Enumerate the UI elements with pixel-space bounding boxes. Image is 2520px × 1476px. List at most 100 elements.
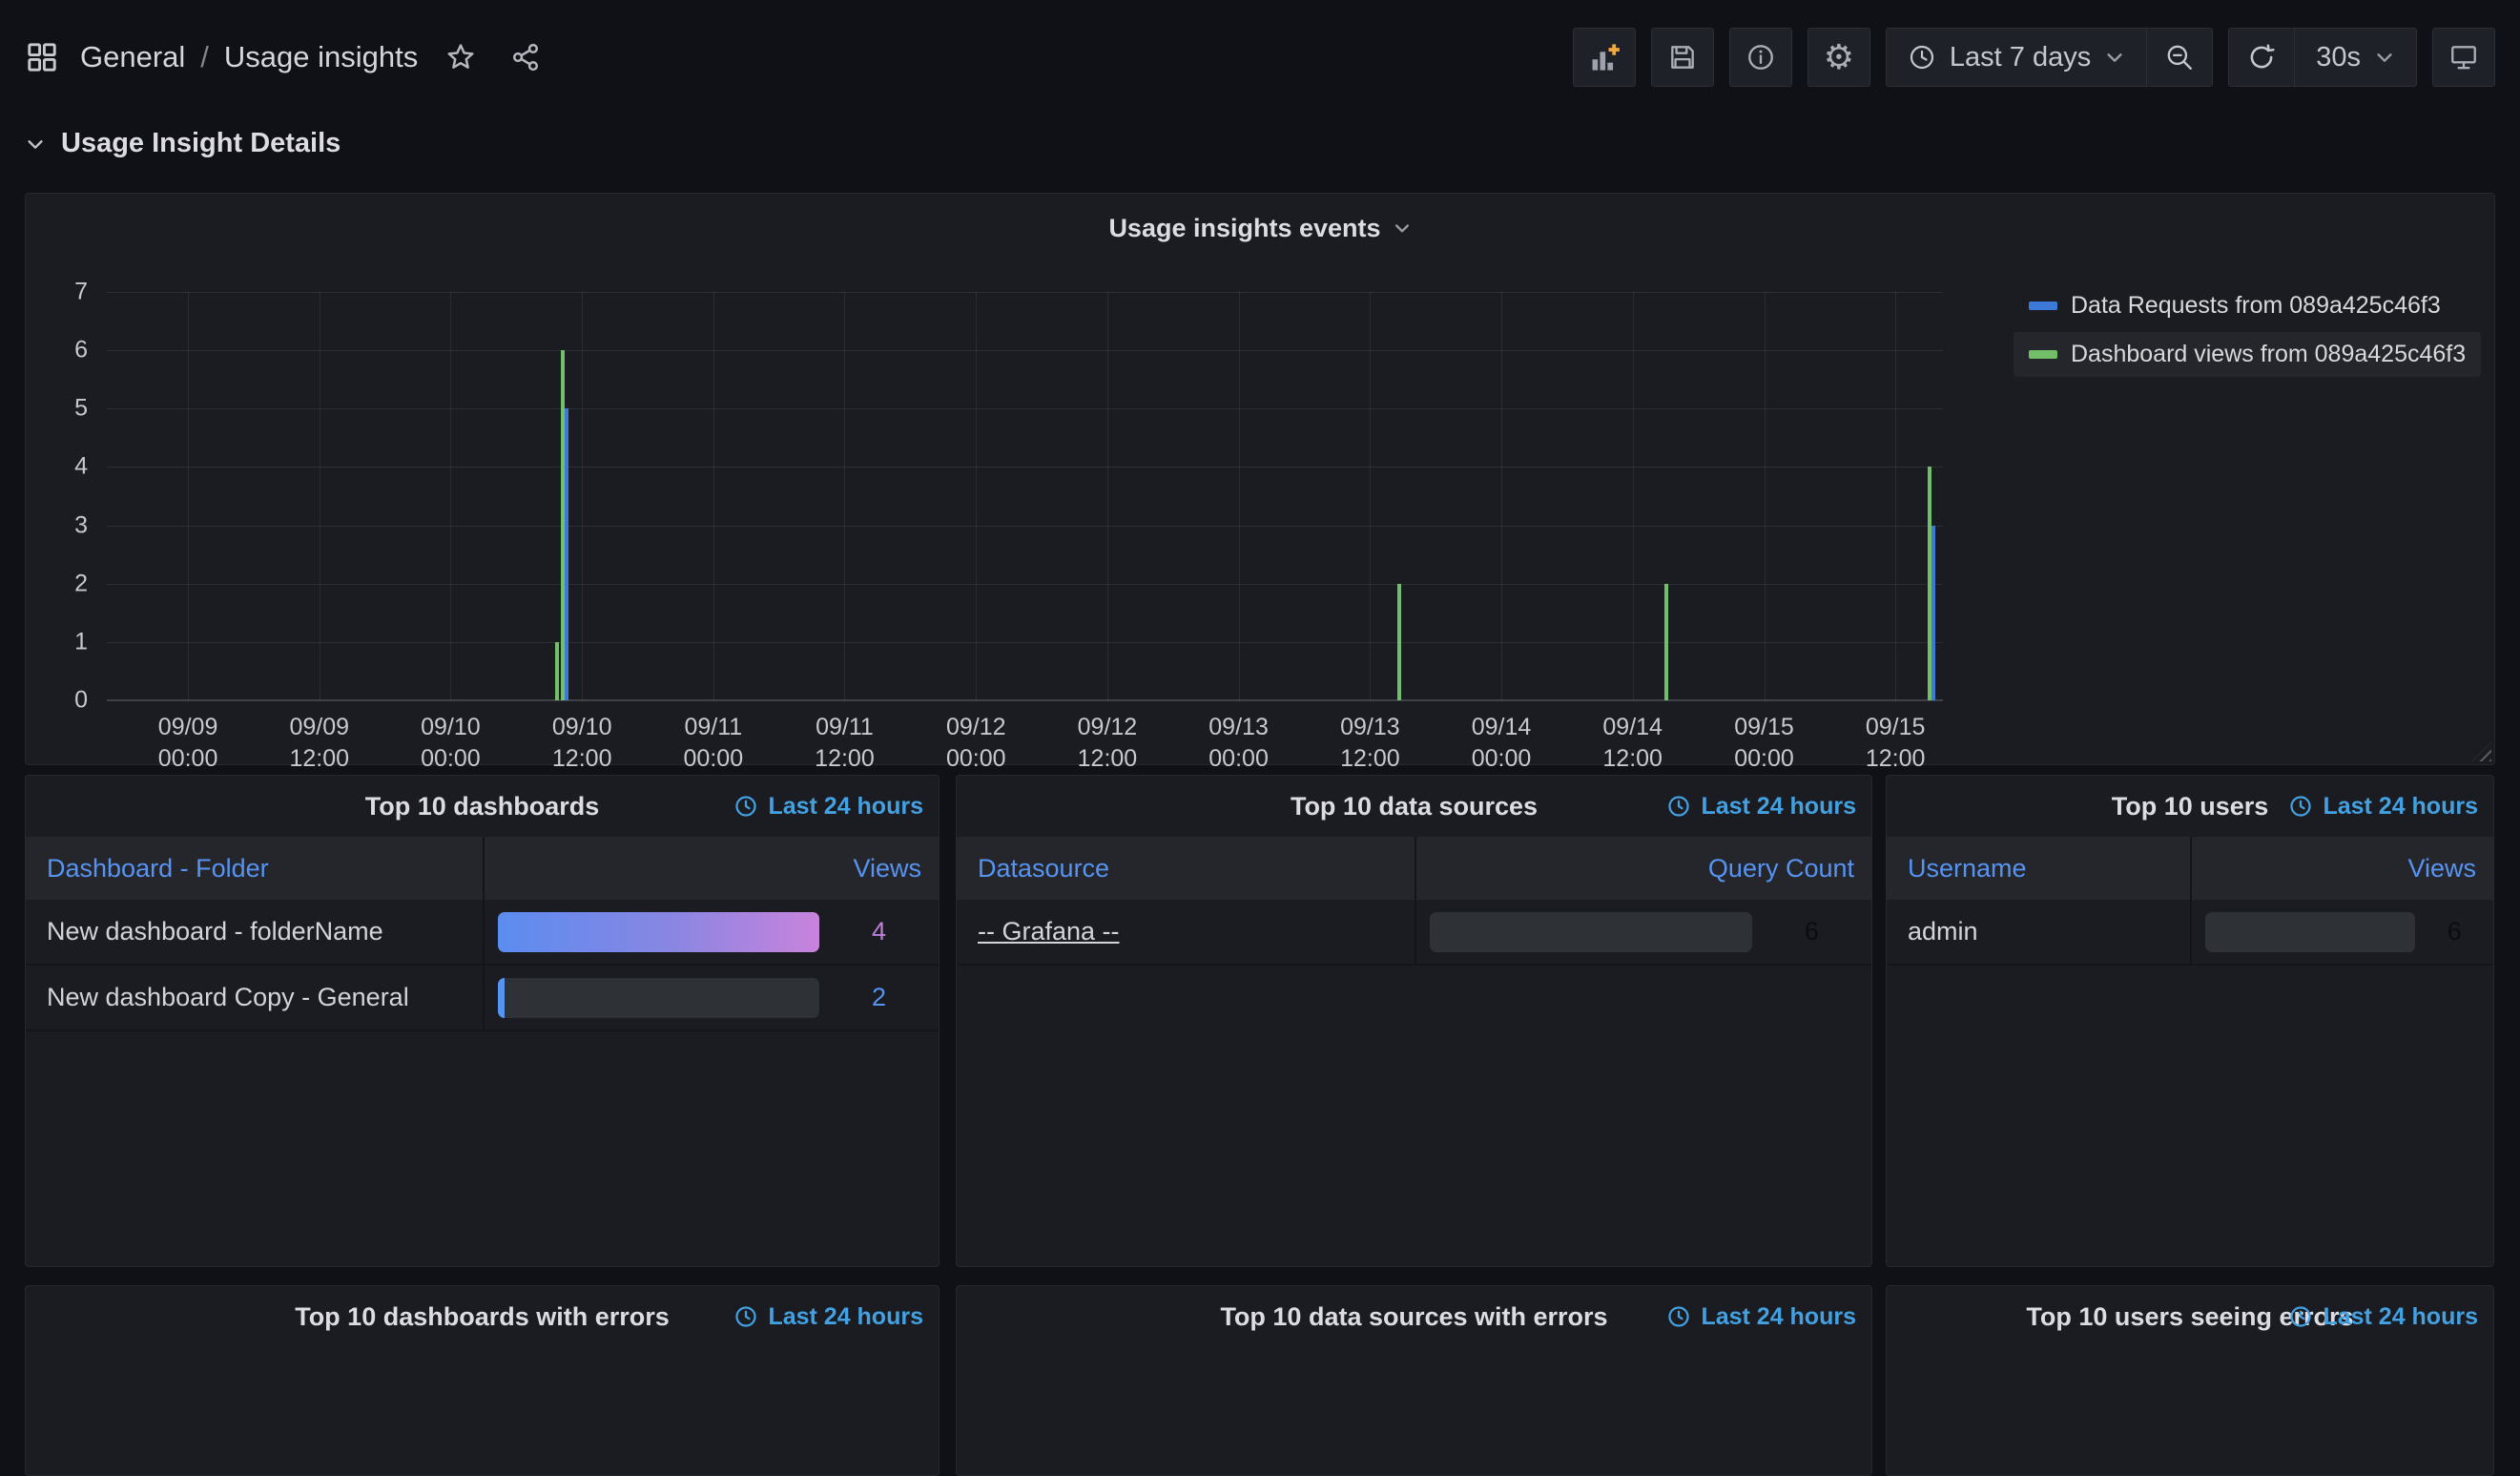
legend-series-swatch [2029,301,2057,310]
gauge-bar [497,977,820,1018]
table-row: -- Grafana -- 6 [957,900,1871,966]
panel-title-menu[interactable]: Usage insights events [26,194,2494,262]
top-10-data-sources-panel: Top 10 data sources Last 24 hours Dataso… [956,775,1872,1267]
breadcrumb-separator: / [200,40,209,73]
top-nav-bar: General / Usage insights ⚙ Last 7 days 3… [0,0,2520,114]
dashboard-toolbar: ⚙ Last 7 days 30s [1572,28,2495,87]
x-axis-tick-label: 09/14 00:00 [1471,714,1532,772]
gauge-value: 6 [2447,917,2462,946]
top-10-users-seeing-errors-panel: Top 10 users seeing errors Last 24 hours [1886,1285,2494,1476]
table-cell-label: New dashboard - folderName [26,900,483,964]
chart-panel-title: Usage insights events [1108,213,1381,242]
refresh-interval-picker[interactable]: 30s [2294,29,2416,86]
share-button[interactable] [504,35,547,79]
y-axis-tick-label: 4 [74,452,88,480]
table-cell-gauge: 2 [482,966,940,1029]
save-dashboard-button[interactable] [1650,28,1714,87]
panel-resize-handle[interactable] [2472,742,2491,761]
gridline-vertical [1632,292,1634,700]
x-axis-tick-label: 09/13 00:00 [1208,714,1269,772]
gridline-vertical [450,292,452,700]
refresh-interval-label: 30s [2316,41,2361,73]
column-header[interactable]: Dashboard - Folder [26,837,483,900]
table-row: New dashboard - folderName 4 [26,900,939,966]
breadcrumb: General / Usage insights [80,40,418,74]
x-axis-tick-label: 09/12 00:00 [946,714,1006,772]
gridline-vertical [1238,292,1240,700]
apps-grid-icon[interactable] [25,40,59,74]
x-axis-tick-label: 09/13 12:00 [1340,714,1400,772]
column-header[interactable]: Username [1887,837,2190,900]
x-axis-tick-label: 09/15 00:00 [1734,714,1794,772]
gridline-vertical [1370,292,1372,700]
gridline-vertical [976,292,978,700]
gridline-vertical [1501,292,1503,700]
column-header[interactable]: Query Count [1414,837,1872,900]
table-cell-label: New dashboard Copy - General [26,966,483,1029]
column-header[interactable]: Datasource [957,837,1415,900]
y-axis-tick-label: 6 [74,336,88,364]
chevron-down-icon [2104,47,2125,68]
y-axis-tick-label: 7 [74,278,88,305]
legend-series-label: Data Requests from 089a425c46f3 [2071,292,2441,319]
dashboard-settings-button[interactable]: ⚙ [1807,28,1870,87]
chevron-down-icon [1393,218,1412,238]
y-axis-tick-label: 1 [74,628,88,655]
y-axis-tick-label: 3 [74,511,88,539]
x-axis-tick-label: 09/10 12:00 [551,714,612,772]
gridline-horizontal [107,350,1943,352]
legend-item[interactable]: Dashboard views from 089a425c46f3 [2014,332,2482,377]
time-series-plot-area: 0 1 2 3 4 5 6 7 09/09 00:00 09/09 12:00 09/10 00:00 09… [74,279,1943,772]
gridline-vertical [582,292,584,700]
time-range-badge: Last 24 hours [1666,1286,1856,1347]
y-axis-tick-label: 0 [74,686,88,714]
gridline-vertical [1895,292,1897,700]
time-range-badge: Last 24 hours [733,1286,923,1347]
table-cell-gauge: 6 [1414,900,1872,964]
chevron-down-icon [2374,47,2395,68]
cell-text: admin [1908,917,1978,946]
gridline-vertical [713,292,714,700]
top-10-dashboards-panel: Top 10 dashboards Last 24 hours Dashboar… [25,775,940,1267]
refresh-dashboard-button[interactable] [2229,29,2294,86]
chart-bar [565,408,569,700]
x-axis-tick-label: 09/09 00:00 [157,714,218,772]
refresh-group: 30s [2228,28,2417,87]
table-cell-gauge: 4 [482,900,940,964]
chart-bar [1397,583,1401,700]
gridline-vertical [1106,292,1108,700]
y-axis-tick-label: 5 [74,394,88,422]
legend-item[interactable]: Data Requests from 089a425c46f3 [2014,283,2456,328]
add-panel-button[interactable] [1572,28,1636,87]
gear-icon: ⚙ [1823,37,1855,76]
dashboard-row-toggle[interactable]: Usage Insight Details [25,128,341,159]
datasource-link[interactable]: -- Grafana -- [978,917,1120,946]
star-button[interactable] [439,35,483,79]
clock-icon [1908,43,1936,72]
x-axis-tick-label: 09/15 12:00 [1865,714,1926,772]
time-range-badge: Last 24 hours [2288,1286,2478,1347]
column-header[interactable]: Views [482,837,940,900]
column-header[interactable]: Views [2190,837,2493,900]
kiosk-mode-button[interactable] [2432,28,2495,87]
chart-bar [1931,525,1935,700]
gridline-horizontal [107,408,1943,410]
breadcrumb-folder[interactable]: General [80,40,185,74]
time-range-badge: Last 24 hours [2288,776,2478,837]
gauge-bar [497,911,820,952]
gauge-value: 2 [872,983,887,1011]
top-10-users-panel: Top 10 users Last 24 hours Username View… [1886,775,2494,1267]
dashboard-info-button[interactable] [1728,28,1792,87]
gridline-vertical [844,292,846,700]
top-10-data-sources-with-errors-panel: Top 10 data sources with errors Last 24 … [956,1285,1872,1476]
usage-insights-events-panel: Usage insights events 0 1 2 3 4 5 6 7 09/09 00:00… [25,193,2495,772]
gauge-value: 6 [1804,917,1819,946]
x-axis-tick-label: 09/11 12:00 [815,714,875,772]
zoom-out-time-button[interactable] [2146,29,2212,86]
time-range-picker[interactable]: Last 7 days [1887,29,2146,86]
chart-legend: Data Requests from 089a425c46f3 Dashboard… [2014,283,2482,377]
gridline-horizontal [107,467,1943,468]
x-axis-tick-label: 09/12 12:00 [1077,714,1138,772]
table-row: admin 6 [1887,900,2493,966]
gauge-bar [2205,911,2416,952]
